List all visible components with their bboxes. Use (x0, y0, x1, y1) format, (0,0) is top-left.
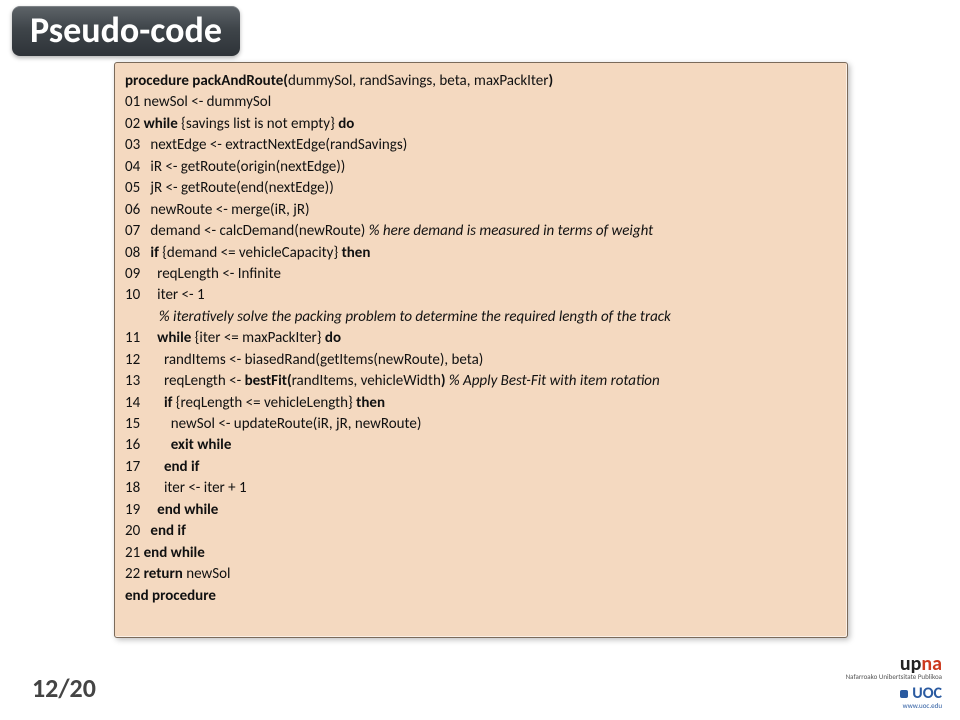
title-bar: Pseudo-code (0, 0, 960, 52)
code-line: 22 return newSol (125, 564, 837, 585)
slide-title: Pseudo-code (12, 6, 240, 56)
code-line: 13 reqLength <- bestFit(randItems, vehic… (125, 371, 837, 392)
code-line: 11 while {iter <= maxPackIter} do (125, 328, 837, 349)
code-line: % iteratively solve the packing problem … (125, 307, 837, 328)
slide: Pseudo-code procedure packAndRoute(dummy… (0, 0, 960, 720)
code-line: 03 nextEdge <- extractNextEdge(randSavin… (125, 135, 837, 156)
code-line: 18 iter <- iter + 1 (125, 478, 837, 499)
code-line: 14 if {reqLength <= vehicleLength} then (125, 393, 837, 414)
code-line: 07 demand <- calcDemand(newRoute) % here… (125, 221, 837, 242)
code-line: 19 end while (125, 500, 837, 521)
code-line: 08 if {demand <= vehicleCapacity} then (125, 243, 837, 264)
code-line: 21 end while (125, 543, 837, 564)
code-line: 02 while {savings list is not empty} do (125, 114, 837, 135)
square-icon (900, 690, 908, 698)
code-line: 01 newSol <- dummySol (125, 92, 837, 113)
uoc-logo: UOC (846, 685, 942, 703)
code-line: 12 randItems <- biasedRand(getItems(newR… (125, 350, 837, 371)
code-line: 20 end if (125, 521, 837, 542)
code-line: procedure packAndRoute(dummySol, randSav… (125, 71, 837, 92)
code-line: 15 newSol <- updateRoute(iR, jR, newRout… (125, 414, 837, 435)
code-line: 10 iter <- 1 (125, 285, 837, 306)
logo-block: upna Nafarroako Unibertsitate Publikoa U… (846, 653, 942, 710)
page-number: 12/20 (32, 672, 96, 704)
code-line: end procedure (125, 586, 837, 607)
code-line: 17 end if (125, 457, 837, 478)
code-line: 05 jR <- getRoute(end(nextEdge)) (125, 178, 837, 199)
code-line: 16 exit while (125, 435, 837, 456)
code-line: 04 iR <- getRoute(origin(nextEdge)) (125, 157, 837, 178)
upna-subtitle: Nafarroako Unibertsitate Publikoa (846, 673, 942, 681)
pseudocode-box: procedure packAndRoute(dummySol, randSav… (114, 62, 848, 638)
code-line: 09 reqLength <- Infinite (125, 264, 837, 285)
uoc-subtitle: www.uoc.edu (846, 702, 942, 710)
code-line: 06 newRoute <- merge(iR, jR) (125, 200, 837, 221)
